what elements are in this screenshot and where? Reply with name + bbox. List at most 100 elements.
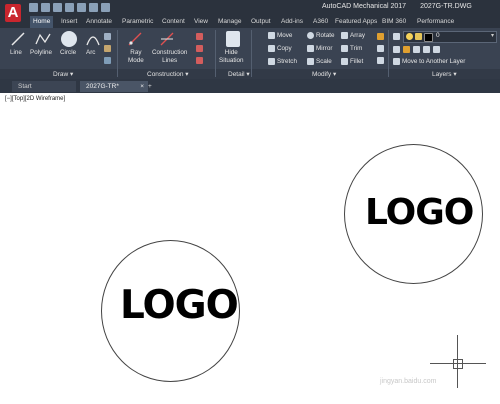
application-menu-button[interactable]: A xyxy=(0,0,26,30)
construction-panel-title[interactable]: Construction ▾ xyxy=(147,70,189,78)
layer-freeze-icon[interactable] xyxy=(413,46,420,53)
save-as-icon[interactable] xyxy=(65,3,74,12)
scale-button[interactable]: Scale xyxy=(307,58,332,65)
new-icon[interactable] xyxy=(29,3,38,12)
layer-states-icon[interactable] xyxy=(393,46,400,53)
arc-button-label[interactable]: Arc xyxy=(86,49,95,56)
drawing-tab-label: 2027G-TR* xyxy=(86,83,119,90)
cursor-pickbox xyxy=(453,359,463,369)
rectangle-icon[interactable] xyxy=(104,33,111,40)
panel-divider xyxy=(117,30,118,77)
layer-lock-icon[interactable] xyxy=(433,46,440,53)
hide-label-line1: Hide xyxy=(224,49,238,56)
tab-insert[interactable]: Insert xyxy=(61,16,77,28)
tab-bim-360[interactable]: BIM 360 xyxy=(382,16,406,28)
open-icon[interactable] xyxy=(41,3,50,12)
tab-home[interactable]: Home xyxy=(30,16,54,28)
modify-panel-title[interactable]: Modify ▾ xyxy=(312,70,336,78)
hatch-icon[interactable] xyxy=(104,45,111,52)
layer-color-swatch xyxy=(424,33,433,42)
window-title: AutoCAD Mechanical 2017 2027G-TR.DWG xyxy=(322,3,472,10)
layer-isolate-icon[interactable] xyxy=(403,46,410,53)
undo-icon[interactable] xyxy=(89,3,98,12)
layer-off-icon[interactable] xyxy=(423,46,430,53)
arc-icon[interactable] xyxy=(86,32,100,46)
print-icon[interactable] xyxy=(77,3,86,12)
array-label: Array xyxy=(350,32,366,39)
move-button[interactable]: Move xyxy=(268,32,292,39)
explode-icon[interactable] xyxy=(377,45,384,52)
rotate-icon xyxy=(307,32,314,39)
scale-icon xyxy=(307,58,314,65)
polyline-button-label[interactable]: Polyline xyxy=(30,49,52,56)
mirror-button[interactable]: Mirror xyxy=(307,45,332,52)
rotate-button[interactable]: Rotate xyxy=(307,32,335,39)
tab-parametric[interactable]: Parametric xyxy=(122,16,153,28)
hide-situation-button-label[interactable]: Hide Situation xyxy=(219,49,244,65)
hide-label-line2: Situation xyxy=(219,57,244,64)
tab-annotate[interactable]: Annotate xyxy=(86,16,112,28)
start-tab[interactable]: Start xyxy=(12,81,76,92)
ray-icon[interactable] xyxy=(128,32,142,46)
fillet-button[interactable]: Fillet xyxy=(341,58,363,65)
panel-divider xyxy=(215,30,216,77)
tab-add-ins[interactable]: Add-ins xyxy=(281,16,303,28)
trim-icon xyxy=(341,45,348,52)
copy-button[interactable]: Copy xyxy=(268,45,292,52)
polyline-icon[interactable] xyxy=(35,32,51,46)
offset-icon[interactable] xyxy=(377,57,384,64)
cl-label-line2: Lines xyxy=(162,57,178,64)
construction-tool-icon[interactable] xyxy=(196,45,203,52)
tab-view[interactable]: View xyxy=(194,16,208,28)
viewport-controls[interactable]: [−][Top][2D Wireframe] xyxy=(5,96,65,102)
quick-access-toolbar xyxy=(29,3,110,13)
rotate-label: Rotate xyxy=(316,32,335,39)
construction-tool-icon[interactable] xyxy=(196,33,203,40)
move-icon xyxy=(268,32,275,39)
hide-situation-icon[interactable] xyxy=(226,31,240,47)
construction-tool-icon[interactable] xyxy=(196,57,203,64)
circle-icon[interactable] xyxy=(61,31,77,47)
copy-label: Copy xyxy=(277,45,292,52)
close-tab-icon[interactable]: × xyxy=(140,81,144,92)
trim-button[interactable]: Trim xyxy=(341,45,362,52)
erase-icon[interactable] xyxy=(377,33,384,40)
line-button-label[interactable]: Line xyxy=(10,49,22,56)
logo-text-left: LOGO xyxy=(120,283,239,328)
array-button[interactable]: Array xyxy=(341,32,365,39)
layer-dropdown[interactable]: 0 ▾ xyxy=(403,31,497,43)
ray-mode-button-label[interactable]: Ray Mode xyxy=(128,49,144,65)
tab-featured-apps[interactable]: Featured Apps xyxy=(335,16,377,28)
tab-performance[interactable]: Performance xyxy=(417,16,454,28)
save-icon[interactable] xyxy=(53,3,62,12)
move-to-another-layer-button[interactable]: Move to Another Layer xyxy=(393,58,465,65)
chevron-down-icon: ▾ xyxy=(490,33,494,39)
tab-manage[interactable]: Manage xyxy=(218,16,242,28)
drawing-tab[interactable]: 2027G-TR* × xyxy=(80,81,148,92)
layer-name: 0 xyxy=(436,32,440,39)
construction-lines-button-label[interactable]: Construction Lines xyxy=(152,49,187,65)
layers-panel-title[interactable]: Layers ▾ xyxy=(432,70,457,78)
line-icon[interactable] xyxy=(11,32,25,46)
layer-properties-icon[interactable] xyxy=(393,33,400,40)
layer-move-icon xyxy=(393,58,400,65)
sun-icon xyxy=(415,33,422,40)
redo-icon[interactable] xyxy=(101,3,110,12)
move-label: Move xyxy=(277,32,293,39)
app-name: AutoCAD Mechanical 2017 xyxy=(322,3,407,10)
trim-label: Trim xyxy=(350,45,363,52)
circle-button-label[interactable]: Circle xyxy=(60,49,76,56)
panel-divider xyxy=(388,30,389,77)
draw-more-icon[interactable] xyxy=(104,57,111,64)
stretch-button[interactable]: Stretch xyxy=(268,58,297,65)
draw-panel-title[interactable]: Draw ▾ xyxy=(53,70,73,78)
tab-content[interactable]: Content xyxy=(162,16,185,28)
tab-output[interactable]: Output xyxy=(251,16,271,28)
detail-panel-title[interactable]: Detail ▾ xyxy=(228,70,250,78)
construction-lines-icon[interactable] xyxy=(160,32,174,46)
stretch-label: Stretch xyxy=(277,58,297,65)
logo-text-right: LOGO xyxy=(365,192,474,233)
autocad-logo-icon: A xyxy=(5,4,21,22)
new-tab-icon[interactable]: + xyxy=(146,81,156,92)
tab-a360[interactable]: A360 xyxy=(313,16,328,28)
